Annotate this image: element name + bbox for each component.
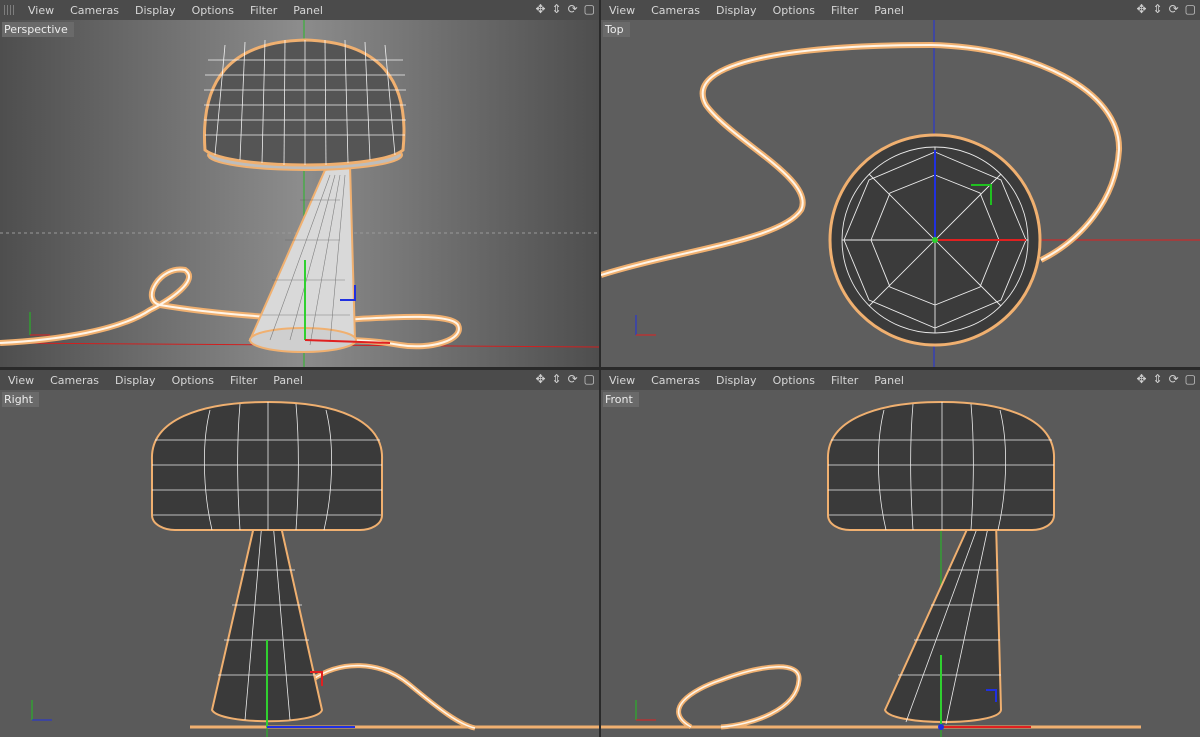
grip-icon[interactable] xyxy=(4,5,14,15)
nav-icons: ✥ ⇕ ⟳ ▢ xyxy=(1136,2,1196,16)
menu-view[interactable]: View xyxy=(601,4,643,17)
zoom-icon[interactable]: ⇕ xyxy=(552,372,562,386)
viewport-perspective[interactable]: View Cameras Display Options Filter Pane… xyxy=(0,0,599,367)
menu-options[interactable]: Options xyxy=(765,374,823,387)
viewport-menubar: View Cameras Display Options Filter Pane… xyxy=(601,0,1200,20)
menu-display[interactable]: Display xyxy=(708,4,765,17)
menu-panel[interactable]: Panel xyxy=(285,4,331,17)
viewport-menubar: View Cameras Display Options Filter Pane… xyxy=(0,370,599,390)
menu-cameras[interactable]: Cameras xyxy=(643,374,708,387)
front-scene xyxy=(601,390,1200,737)
menu-cameras[interactable]: Cameras xyxy=(643,4,708,17)
viewport-label: Right xyxy=(2,392,39,407)
nav-icons: ✥ ⇕ ⟳ ▢ xyxy=(535,372,595,386)
right-scene xyxy=(0,390,599,737)
menu-filter[interactable]: Filter xyxy=(222,374,265,387)
move-icon[interactable]: ✥ xyxy=(535,2,545,16)
zoom-icon[interactable]: ⇕ xyxy=(552,2,562,16)
nav-icons: ✥ ⇕ ⟳ ▢ xyxy=(1136,372,1196,386)
top-scene xyxy=(601,20,1200,367)
viewport-front[interactable]: View Cameras Display Options Filter Pane… xyxy=(601,370,1200,737)
perspective-scene xyxy=(0,20,599,367)
viewport-canvas[interactable]: Perspective xyxy=(0,20,599,367)
menu-filter[interactable]: Filter xyxy=(823,374,866,387)
viewport-top[interactable]: View Cameras Display Options Filter Pane… xyxy=(601,0,1200,367)
menu-panel[interactable]: Panel xyxy=(265,374,311,387)
viewport-canvas[interactable]: Right xyxy=(0,390,599,737)
menu-options[interactable]: Options xyxy=(184,4,242,17)
viewport-label: Top xyxy=(603,22,630,37)
menu-display[interactable]: Display xyxy=(107,374,164,387)
rotate-icon[interactable]: ⟳ xyxy=(1169,372,1179,386)
menu-view[interactable]: View xyxy=(601,374,643,387)
menu-view[interactable]: View xyxy=(0,374,42,387)
viewport-right[interactable]: View Cameras Display Options Filter Pane… xyxy=(0,370,599,737)
menu-cameras[interactable]: Cameras xyxy=(62,4,127,17)
menu-display[interactable]: Display xyxy=(708,374,765,387)
viewport-canvas[interactable]: Front xyxy=(601,390,1200,737)
zoom-icon[interactable]: ⇕ xyxy=(1153,2,1163,16)
viewport-label: Perspective xyxy=(2,22,74,37)
menu-display[interactable]: Display xyxy=(127,4,184,17)
menu-view[interactable]: View xyxy=(20,4,62,17)
rotate-icon[interactable]: ⟳ xyxy=(568,372,578,386)
menu-filter[interactable]: Filter xyxy=(823,4,866,17)
rotate-icon[interactable]: ⟳ xyxy=(1169,2,1179,16)
move-icon[interactable]: ✥ xyxy=(1136,2,1146,16)
maximize-icon[interactable]: ▢ xyxy=(1185,2,1196,16)
menu-options[interactable]: Options xyxy=(164,374,222,387)
maximize-icon[interactable]: ▢ xyxy=(584,372,595,386)
menu-panel[interactable]: Panel xyxy=(866,4,912,17)
maximize-icon[interactable]: ▢ xyxy=(1185,372,1196,386)
nav-icons: ✥ ⇕ ⟳ ▢ xyxy=(535,2,595,16)
viewport-menubar: View Cameras Display Options Filter Pane… xyxy=(601,370,1200,390)
menu-filter[interactable]: Filter xyxy=(242,4,285,17)
move-icon[interactable]: ✥ xyxy=(1136,372,1146,386)
menu-options[interactable]: Options xyxy=(765,4,823,17)
viewport-label: Front xyxy=(603,392,639,407)
menu-cameras[interactable]: Cameras xyxy=(42,374,107,387)
move-icon[interactable]: ✥ xyxy=(535,372,545,386)
viewport-canvas[interactable]: Top xyxy=(601,20,1200,367)
zoom-icon[interactable]: ⇕ xyxy=(1153,372,1163,386)
menu-panel[interactable]: Panel xyxy=(866,374,912,387)
viewport-menubar: View Cameras Display Options Filter Pane… xyxy=(0,0,599,20)
rotate-icon[interactable]: ⟳ xyxy=(568,2,578,16)
maximize-icon[interactable]: ▢ xyxy=(584,2,595,16)
